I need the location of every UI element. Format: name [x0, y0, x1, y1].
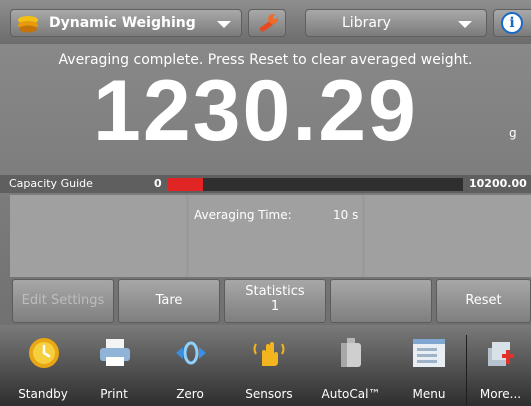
capacity-bar	[168, 178, 463, 191]
standby-icon	[29, 338, 59, 368]
top-bar: Dynamic Weighing Library i	[0, 0, 531, 44]
edit-settings-label: Edit Settings	[21, 293, 105, 308]
calibration-weight-icon	[341, 338, 361, 367]
reset-label: Reset	[465, 293, 502, 308]
statistics-label: Statistics	[245, 284, 305, 299]
averaging-time-label: Averaging Time:	[194, 208, 292, 222]
sensors-label: Sensors	[245, 387, 293, 401]
capacity-bar-fill	[168, 178, 204, 191]
zero-icon	[176, 341, 206, 365]
softkey-bar: Edit Settings Tare Statistics 1 Reset	[0, 279, 531, 323]
capacity-max: 10200.00	[469, 177, 527, 190]
edit-settings-button[interactable]: Edit Settings	[12, 279, 114, 323]
autocal-label: AutoCal™	[321, 387, 381, 401]
wrench-icon	[259, 14, 278, 32]
settings-button[interactable]	[248, 9, 286, 37]
hand-sensor-icon	[253, 342, 285, 366]
application-name: Dynamic Weighing	[49, 15, 196, 31]
zero-button[interactable]: Zero	[154, 325, 226, 406]
more-label: More...	[479, 387, 522, 401]
statistics-button[interactable]: Statistics 1	[224, 279, 326, 323]
sensors-button[interactable]: Sensors	[230, 325, 308, 406]
print-label: Print	[100, 387, 128, 401]
chevron-down-icon	[458, 21, 472, 28]
tare-button[interactable]: Tare	[118, 279, 220, 323]
empty-softkey	[330, 279, 432, 323]
info-icon: i	[501, 12, 523, 34]
reset-button[interactable]: Reset	[436, 279, 531, 323]
navigation-bar: Standby Print Zero Sensors AutoCal™ Menu…	[0, 325, 531, 406]
data-field-3	[365, 195, 531, 277]
application-selector[interactable]: Dynamic Weighing	[10, 9, 242, 37]
data-field-1	[10, 195, 186, 277]
more-apps-icon	[488, 342, 514, 366]
averaging-time-value: 10 s	[333, 208, 359, 222]
menu-button[interactable]: Menu	[394, 325, 464, 406]
tare-label: Tare	[155, 293, 183, 308]
library-selector[interactable]: Library	[305, 9, 487, 37]
menu-label: Menu	[412, 387, 446, 401]
library-label: Library	[342, 15, 391, 31]
printer-icon	[100, 339, 130, 366]
standby-label: Standby	[18, 387, 68, 401]
scale-pan-icon	[18, 16, 38, 33]
more-button[interactable]: More...	[470, 325, 531, 406]
statistics-count: 1	[270, 299, 280, 314]
autocal-button[interactable]: AutoCal™	[312, 325, 390, 406]
info-button[interactable]: i	[493, 9, 531, 37]
standby-button[interactable]: Standby	[12, 325, 74, 406]
weight-unit: g	[509, 126, 517, 140]
zero-label: Zero	[176, 387, 204, 401]
capacity-guide-label: Capacity Guide	[9, 177, 93, 190]
nav-divider	[466, 335, 467, 405]
weight-display: 1230.29	[93, 63, 418, 159]
menu-list-icon	[413, 339, 445, 367]
capacity-min: 0	[154, 177, 162, 190]
capacity-guide: Capacity Guide 0 10200.00	[0, 175, 531, 193]
chevron-down-icon	[217, 21, 231, 28]
balance-screen: Dynamic Weighing Library i Averaging com…	[0, 0, 531, 406]
print-button[interactable]: Print	[78, 325, 150, 406]
